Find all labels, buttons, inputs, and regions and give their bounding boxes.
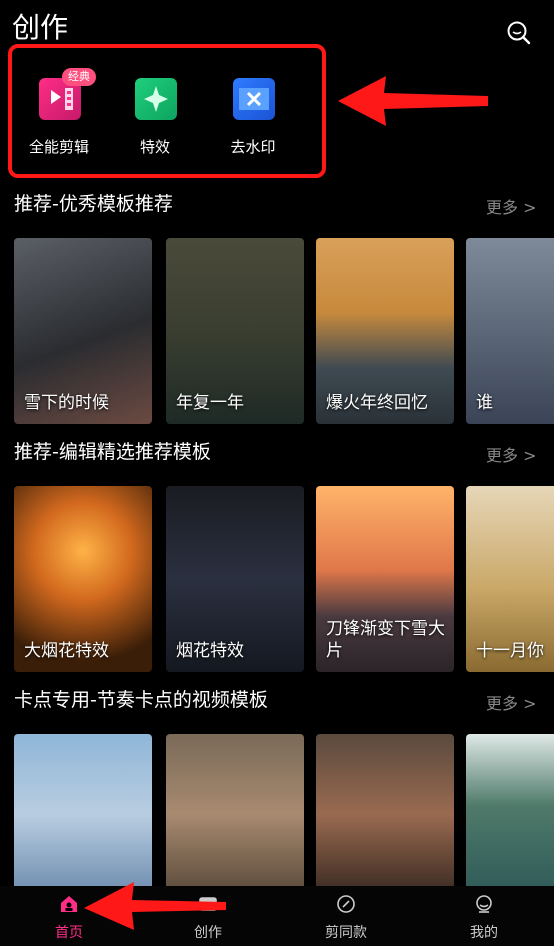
card-caption: 雪下的时候: [24, 393, 109, 413]
template-card[interactable]: 雪下的时候: [14, 238, 152, 424]
more-link[interactable]: 更多 >: [486, 444, 537, 468]
more-link[interactable]: 更多 >: [486, 692, 537, 716]
card-caption: 大烟花特效: [24, 641, 109, 661]
section-title: 推荐-优秀模板推荐: [14, 193, 173, 215]
card-caption: 十一月你: [476, 641, 544, 661]
template-card[interactable]: 刀锋渐变下雪大片: [316, 486, 454, 672]
annotation-arrow-icon: [338, 76, 488, 126]
section-title: 推荐-编辑精选推荐模板: [14, 441, 211, 463]
search-icon[interactable]: [504, 18, 534, 48]
more-link[interactable]: 更多 >: [486, 196, 537, 220]
template-card[interactable]: 大烟花特效: [14, 486, 152, 672]
card-caption: 爆火年终回忆: [326, 393, 428, 413]
template-card[interactable]: [466, 734, 554, 894]
tab-label: 我的: [470, 925, 498, 941]
template-card[interactable]: [14, 734, 152, 894]
template-card[interactable]: 年复一年: [166, 238, 304, 424]
template-row: 大烟花特效 烟花特效 刀锋渐变下雪大片 十一月你: [14, 486, 554, 672]
annotation-arrow-icon: [84, 882, 226, 930]
annotation-box: [8, 44, 326, 178]
template-card[interactable]: [166, 734, 304, 894]
tab-profile[interactable]: 我的: [444, 894, 524, 944]
header: 创作: [0, 0, 554, 45]
template-row: 雪下的时候 年复一年 爆火年终回忆 谁: [14, 238, 554, 424]
tab-label: 剪同款: [325, 925, 367, 941]
card-caption: 年复一年: [176, 393, 244, 413]
page-title: 创作: [12, 11, 69, 44]
card-caption: 烟花特效: [176, 641, 244, 661]
template-card[interactable]: [316, 734, 454, 894]
template-card[interactable]: 爆火年终回忆: [316, 238, 454, 424]
template-card[interactable]: 十一月你: [466, 486, 554, 672]
tab-template[interactable]: 剪同款: [306, 894, 386, 944]
section-title: 卡点专用-节奏卡点的视频模板: [14, 689, 268, 711]
home-icon: [61, 896, 77, 912]
card-caption: 谁: [476, 393, 493, 413]
profile-icon: [476, 895, 492, 913]
template-icon: [337, 895, 355, 913]
template-card[interactable]: 谁: [466, 238, 554, 424]
template-card[interactable]: 烟花特效: [166, 486, 304, 672]
card-caption: 刀锋渐变下雪大片: [326, 619, 445, 661]
